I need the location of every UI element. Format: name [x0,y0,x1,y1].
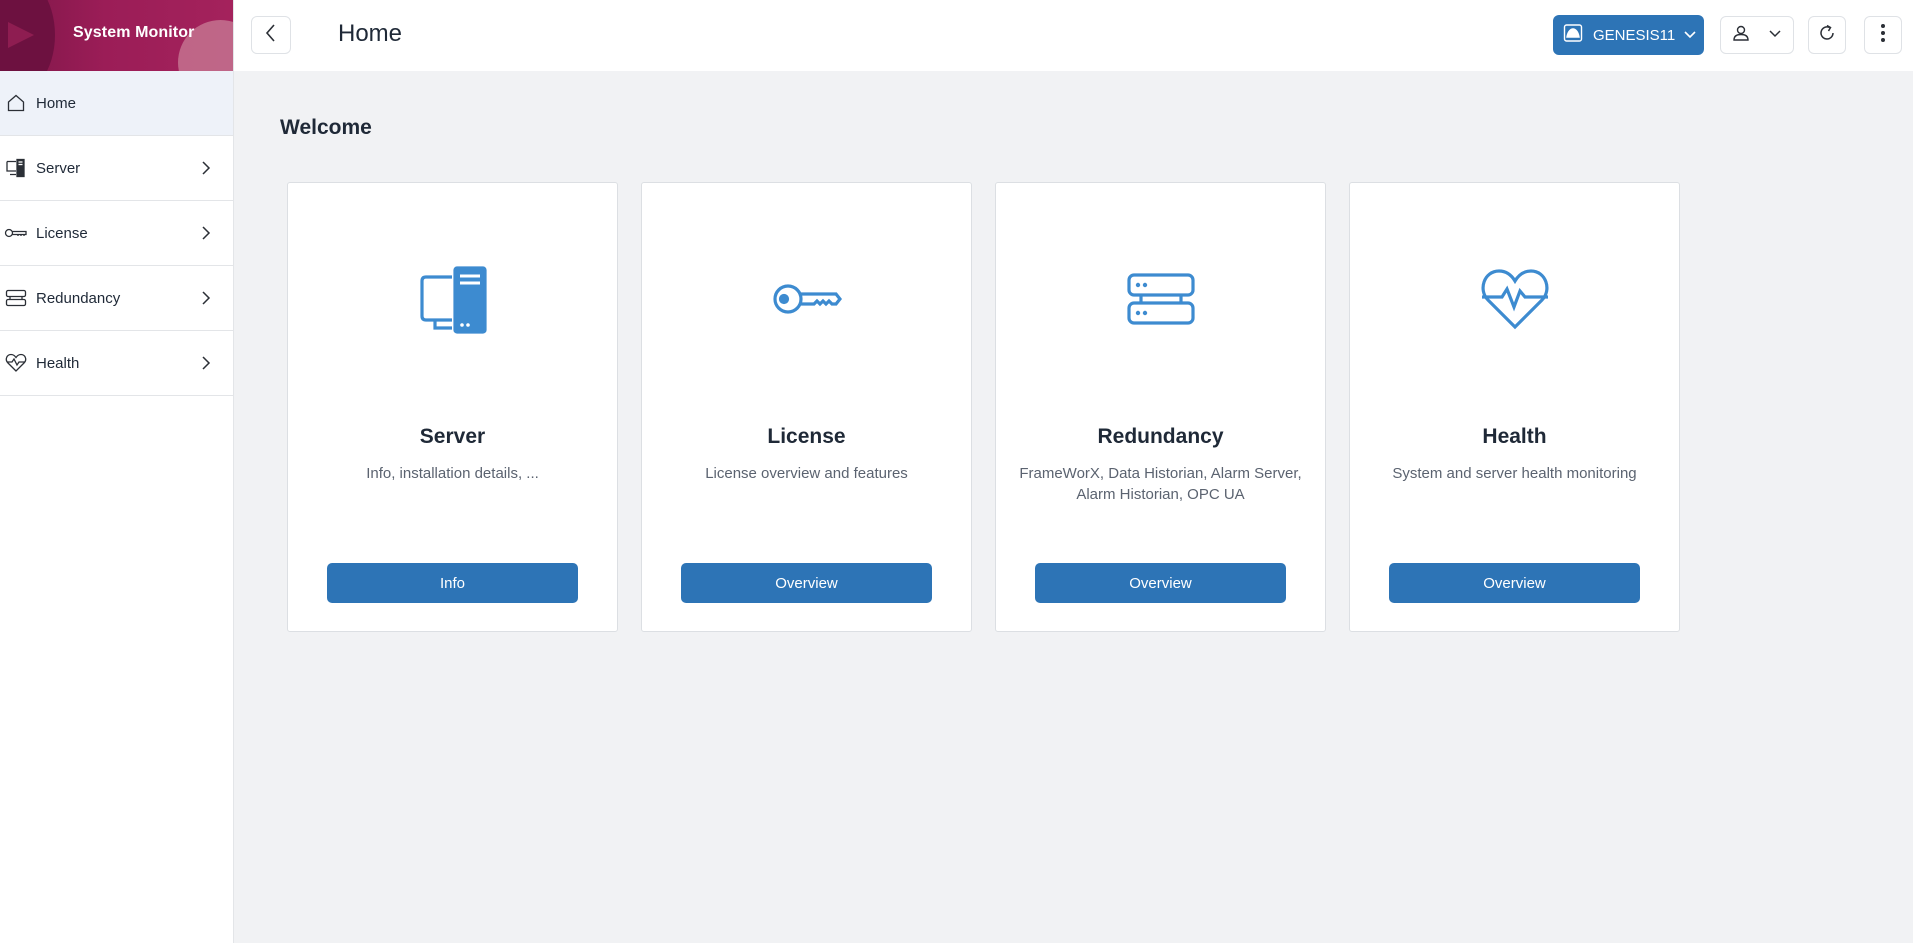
sidebar-item-label: License [36,224,88,242]
heartbeat-icon [4,351,28,375]
redundancy-icon [4,286,28,310]
server-icon [4,156,28,180]
welcome-heading: Welcome [280,116,372,139]
sidebar-item-server[interactable]: Server [0,136,233,201]
sidebar-item-health[interactable]: Health [0,331,233,396]
card-description: FrameWorX, Data Historian, Alarm Server,… [1019,465,1302,503]
server-card: Server Info, installation details, ... I… [287,182,618,632]
redundancy-card: Redundancy FrameWorX, Data Historian, Al… [995,182,1326,632]
card-title: License [767,425,846,448]
card-title: Health [1482,425,1547,448]
chevron-right-icon [195,287,217,309]
server-name: GENESIS11 [1593,26,1676,44]
sidebar: System Monitor Home Server License Redun… [0,0,234,943]
redundancy-overview-button[interactable]: Overview [1035,563,1286,603]
refresh-button[interactable] [1808,16,1846,54]
server-info-button[interactable]: Info [327,563,578,603]
brand-header[interactable]: System Monitor [0,0,233,71]
license-card: License License overview and features Ov… [641,182,972,632]
key-icon [642,259,971,339]
chevron-right-icon [195,157,217,179]
more-vertical-icon [1880,23,1886,48]
sidebar-item-label: Redundancy [36,289,121,307]
card-description: System and server health monitoring [1392,465,1637,482]
health-overview-button[interactable]: Overview [1389,563,1640,603]
server-display-icon [1563,23,1583,47]
sidebar-item-license[interactable]: License [0,201,233,266]
chevron-right-icon [195,222,217,244]
sidebar-item-redundancy[interactable]: Redundancy [0,266,233,331]
heartbeat-icon [1350,259,1679,339]
license-overview-button[interactable]: Overview [681,563,932,603]
user-menu-button[interactable] [1720,16,1794,54]
server-selector-button[interactable]: GENESIS11 [1553,15,1704,55]
app-title: System Monitor [73,24,195,41]
top-bar: Home GENESIS11 [234,0,1913,71]
more-options-button[interactable] [1864,16,1902,54]
card-description: Info, installation details, ... [366,465,539,482]
key-icon [4,221,28,245]
card-title: Server [419,425,486,448]
chevron-down-icon [1768,26,1782,44]
play-logo-icon [8,22,34,48]
sidebar-item-label: Server [36,159,81,177]
card-description: License overview and features [705,465,908,482]
refresh-icon [1817,23,1837,48]
chevron-left-icon [264,23,278,48]
sidebar-item-label: Home [36,94,77,112]
chevron-right-icon [195,352,217,374]
back-button[interactable] [251,16,291,54]
page-title: Home [338,20,403,47]
redundancy-icon [996,259,1325,339]
home-icon [4,91,28,115]
server-icon [288,259,617,339]
sidebar-item-label: Health [36,354,80,372]
sidebar-item-home[interactable]: Home [0,71,233,136]
card-title: Redundancy [1097,425,1224,448]
health-card: Health System and server health monitori… [1349,182,1680,632]
chevron-down-icon [1683,27,1697,44]
user-icon [1732,24,1750,47]
